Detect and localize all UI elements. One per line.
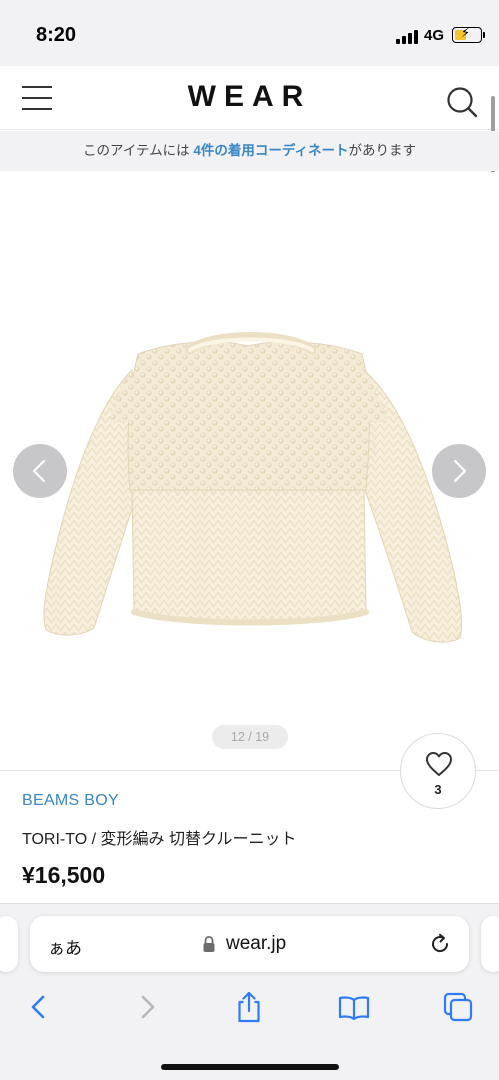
browser-toolbar: ぁあ wear.jp bbox=[0, 903, 499, 1080]
carousel-prev-button[interactable] bbox=[13, 444, 67, 498]
heart-icon bbox=[426, 752, 452, 776]
cellular-signal-icon bbox=[396, 28, 418, 44]
page-settings-button[interactable]: ぁあ bbox=[48, 934, 82, 959]
tabs-icon[interactable] bbox=[441, 990, 475, 1024]
coordinate-link[interactable]: 4件の着用コーディネート bbox=[193, 143, 348, 158]
product-name: TORI-TO / 変形編み 切替クルーニット bbox=[22, 831, 297, 848]
battery-tip bbox=[483, 32, 485, 38]
image-carousel[interactable]: 12 / 19 bbox=[0, 172, 499, 770]
next-tab-preview[interactable] bbox=[481, 916, 499, 972]
coordinate-banner[interactable]: このアイテムには 4件の着用コーディネートがあります bbox=[0, 131, 499, 171]
back-icon[interactable] bbox=[22, 990, 56, 1024]
lock-icon bbox=[203, 936, 215, 952]
product-price: ¥16,500 bbox=[22, 862, 106, 888]
search-icon[interactable] bbox=[445, 85, 479, 119]
status-bar: 8:20 4G ⚡ bbox=[0, 0, 499, 66]
url-text[interactable]: wear.jp bbox=[226, 933, 286, 955]
chevron-right-icon bbox=[453, 459, 467, 483]
favorite-button[interactable]: 3 bbox=[400, 733, 476, 809]
site-header: WEAR bbox=[0, 66, 499, 130]
carousel-next-button[interactable] bbox=[432, 444, 486, 498]
coordinate-banner-suffix: があります bbox=[348, 143, 416, 158]
coordinate-banner-prefix: このアイテムには bbox=[83, 143, 194, 158]
share-icon[interactable] bbox=[232, 990, 266, 1024]
battery-charging-icon: ⚡ bbox=[461, 25, 471, 40]
site-logo[interactable]: WEAR bbox=[0, 80, 499, 114]
home-indicator[interactable] bbox=[161, 1064, 339, 1070]
favorite-count: 3 bbox=[434, 782, 442, 797]
address-bar[interactable]: ぁあ wear.jp bbox=[30, 916, 469, 972]
bookmarks-icon[interactable] bbox=[337, 990, 371, 1024]
previous-tab-preview[interactable] bbox=[0, 916, 18, 972]
reload-icon[interactable] bbox=[428, 932, 452, 956]
chevron-left-icon bbox=[32, 459, 46, 483]
carousel-pager: 12 / 19 bbox=[212, 725, 288, 749]
product-image bbox=[20, 312, 480, 662]
brand-link[interactable]: BEAMS BOY bbox=[22, 792, 119, 810]
status-time: 8:20 bbox=[36, 24, 77, 46]
forward-icon[interactable] bbox=[130, 990, 164, 1024]
network-type: 4G bbox=[424, 27, 445, 44]
battery-icon: ⚡ bbox=[452, 25, 482, 43]
